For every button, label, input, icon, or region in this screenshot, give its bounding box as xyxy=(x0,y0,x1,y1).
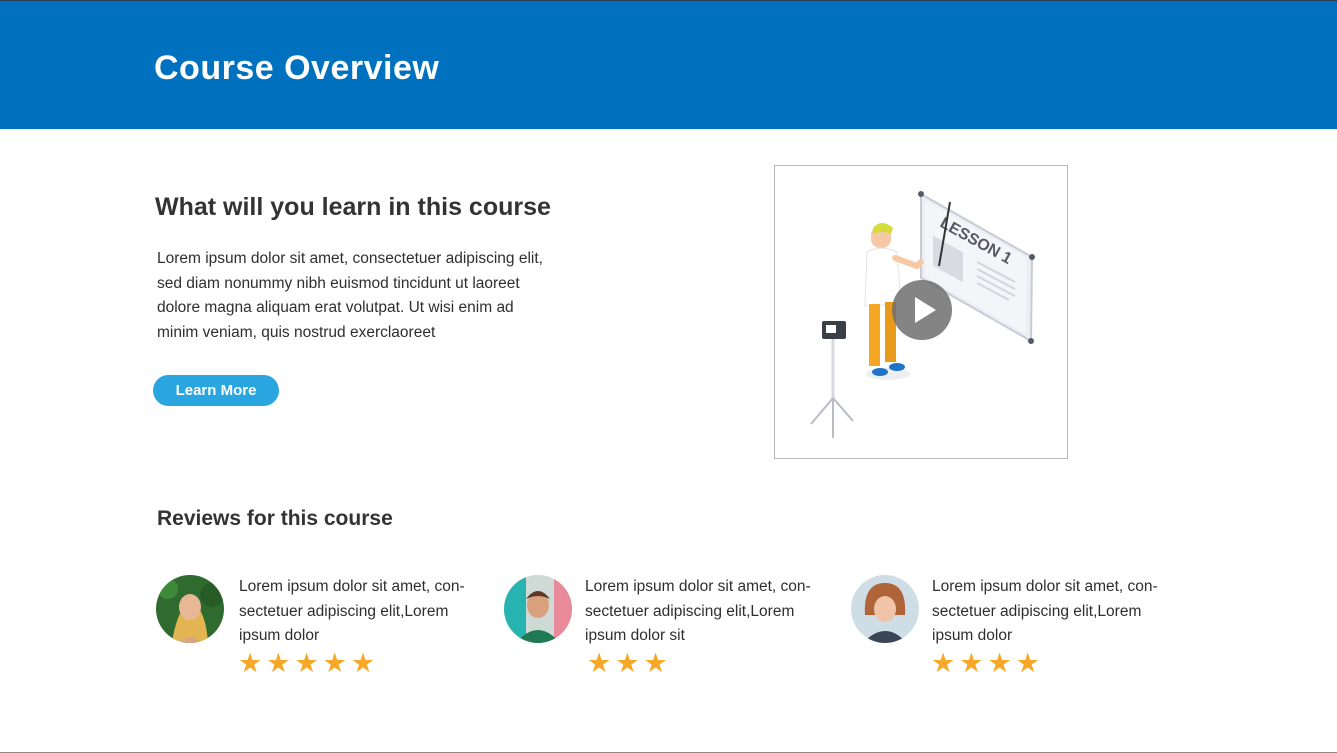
review-text: Lorem ipsum dolor sit amet, con-sectetue… xyxy=(585,578,811,645)
avatar xyxy=(851,575,919,643)
star-icon: ★ xyxy=(1015,648,1040,678)
star-icon: ★ xyxy=(238,648,263,678)
learn-heading: What will you learn in this course xyxy=(155,193,551,221)
page-title: Course Overview xyxy=(154,49,440,87)
avatar xyxy=(156,575,224,643)
star-icon: ★ xyxy=(643,648,668,678)
course-video-thumbnail[interactable]: LESSON 1 xyxy=(774,165,1068,459)
learn-description: Lorem ipsum dolor sit amet, consectetuer… xyxy=(157,250,543,341)
review-rating: ★ ★ ★ ★ ★ xyxy=(238,648,379,678)
header-banner: Course Overview xyxy=(0,1,1337,129)
reviews-heading: Reviews for this course xyxy=(157,507,393,530)
star-icon: ★ xyxy=(931,648,956,678)
star-icon: ★ xyxy=(294,648,319,678)
star-icon: ★ xyxy=(959,648,984,678)
review-rating: ★ ★ ★ xyxy=(587,648,672,678)
avatar xyxy=(504,575,572,643)
star-icon: ★ xyxy=(587,648,612,678)
star-icon: ★ xyxy=(615,648,640,678)
play-icon[interactable] xyxy=(892,280,952,340)
star-icon: ★ xyxy=(266,648,291,678)
star-icon: ★ xyxy=(350,648,376,678)
learn-more-button[interactable]: Learn More xyxy=(153,375,279,406)
star-icon: ★ xyxy=(322,648,347,678)
review-text: Lorem ipsum dolor sit amet, con-sectetue… xyxy=(932,578,1158,645)
review-rating: ★ ★ ★ ★ xyxy=(931,648,1044,678)
review-text: Lorem ipsum dolor sit amet, con-sectetue… xyxy=(239,578,465,645)
star-icon: ★ xyxy=(987,648,1012,678)
